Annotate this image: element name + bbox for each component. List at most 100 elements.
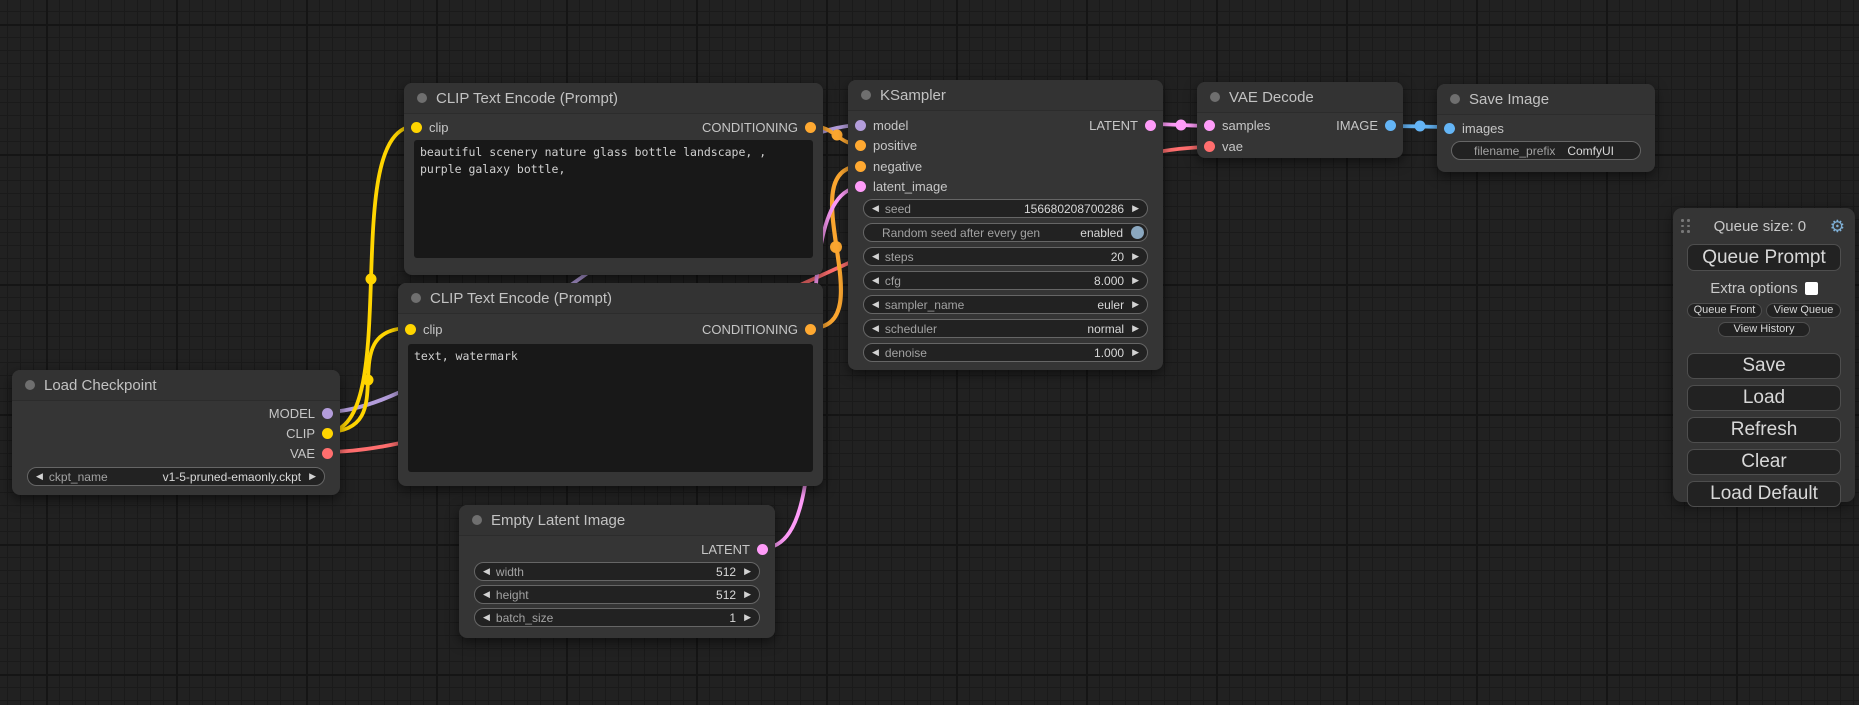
decrement-arrow-icon[interactable]: ◀	[872, 348, 879, 357]
link-midpoint-dot[interactable]	[1415, 121, 1426, 132]
widget-value: enabled	[1080, 226, 1123, 240]
negative-prompt-textarea[interactable]: text, watermark	[408, 344, 813, 472]
increment-arrow-icon[interactable]: ▶	[744, 613, 751, 622]
positive-prompt-textarea[interactable]: beautiful scenery nature glass bottle la…	[414, 140, 813, 258]
link-midpoint-dot[interactable]	[1176, 120, 1187, 131]
widget-width[interactable]: ◀ width 512 ▶	[474, 562, 760, 581]
input-port-negative[interactable]	[855, 161, 866, 172]
widget-steps[interactable]: ◀ steps 20 ▶	[863, 247, 1148, 266]
link-midpoint-dot[interactable]	[830, 241, 842, 253]
increment-arrow-icon[interactable]: ▶	[1132, 300, 1139, 309]
load-default-button[interactable]: Load Default	[1687, 481, 1841, 507]
decrement-arrow-icon[interactable]: ◀	[872, 252, 879, 261]
node-graph-canvas[interactable]: Load Checkpoint MODEL CLIP VAE	[0, 0, 1859, 705]
output-label-clip: CLIP	[286, 426, 315, 441]
node-header[interactable]: Empty Latent Image	[459, 505, 775, 536]
output-port-image[interactable]	[1385, 120, 1396, 131]
decrement-arrow-icon[interactable]: ◀	[872, 276, 879, 285]
node-header[interactable]: KSampler	[848, 80, 1163, 111]
clear-button[interactable]: Clear	[1687, 449, 1841, 475]
node-collapse-dot[interactable]	[25, 380, 35, 390]
widget-value: euler	[1097, 298, 1124, 312]
widget-denoise[interactable]: ◀ denoise 1.000 ▶	[863, 343, 1148, 362]
input-port-images[interactable]	[1444, 123, 1455, 134]
node-collapse-dot[interactable]	[472, 515, 482, 525]
node-header[interactable]: VAE Decode	[1197, 82, 1403, 113]
widget-cfg[interactable]: ◀ cfg 8.000 ▶	[863, 271, 1148, 290]
load-button[interactable]: Load	[1687, 385, 1841, 411]
increment-arrow-icon[interactable]: ▶	[1132, 204, 1139, 213]
link-midpoint-dot[interactable]	[366, 274, 377, 285]
output-port-conditioning[interactable]	[805, 324, 816, 335]
output-port-clip[interactable]	[322, 428, 333, 439]
decrement-arrow-icon[interactable]: ◀	[36, 472, 43, 481]
node-clip-text-encode-negative[interactable]: CLIP Text Encode (Prompt) clip CONDITION…	[398, 283, 823, 486]
node-vae-decode[interactable]: VAE Decode samples IMAGE vae	[1197, 82, 1403, 158]
node-title: Save Image	[1469, 91, 1549, 108]
input-label-positive: positive	[873, 138, 917, 153]
save-button[interactable]: Save	[1687, 353, 1841, 379]
queue-front-button[interactable]: Queue Front	[1687, 303, 1762, 318]
node-ksampler[interactable]: KSampler model LATENT positive	[848, 80, 1163, 370]
refresh-button[interactable]: Refresh	[1687, 417, 1841, 443]
increment-arrow-icon[interactable]: ▶	[744, 567, 751, 576]
widget-value: 1.000	[1094, 346, 1124, 360]
node-collapse-dot[interactable]	[1450, 94, 1460, 104]
node-empty-latent-image[interactable]: Empty Latent Image LATENT ◀ width 512 ▶ …	[459, 505, 775, 638]
output-port-latent[interactable]	[1145, 120, 1156, 131]
output-port-model[interactable]	[322, 408, 333, 419]
decrement-arrow-icon[interactable]: ◀	[483, 567, 490, 576]
output-port-latent[interactable]	[757, 544, 768, 555]
increment-arrow-icon[interactable]: ▶	[1132, 252, 1139, 261]
node-collapse-dot[interactable]	[411, 293, 421, 303]
node-header[interactable]: CLIP Text Encode (Prompt)	[404, 83, 823, 114]
settings-gear-icon[interactable]: ⚙	[1830, 218, 1845, 235]
extra-options-checkbox[interactable]	[1805, 282, 1818, 295]
node-collapse-dot[interactable]	[417, 93, 427, 103]
drag-handle-icon[interactable]	[1681, 219, 1690, 233]
node-collapse-dot[interactable]	[1210, 92, 1220, 102]
input-port-clip[interactable]	[405, 324, 416, 335]
view-history-button[interactable]: View History	[1718, 322, 1810, 337]
widget-label: Random seed after every gen	[882, 226, 1040, 240]
widget-sampler-name[interactable]: ◀ sampler_name euler ▶	[863, 295, 1148, 314]
toggle-knob[interactable]	[1131, 226, 1144, 239]
view-queue-button[interactable]: View Queue	[1766, 303, 1841, 318]
increment-arrow-icon[interactable]: ▶	[744, 590, 751, 599]
node-header[interactable]: CLIP Text Encode (Prompt)	[398, 283, 823, 314]
link-midpoint-dot[interactable]	[363, 375, 374, 386]
decrement-arrow-icon[interactable]: ◀	[872, 300, 879, 309]
widget-seed[interactable]: ◀ seed 156680208700286 ▶	[863, 199, 1148, 218]
node-clip-text-encode-positive[interactable]: CLIP Text Encode (Prompt) clip CONDITION…	[404, 83, 823, 275]
widget-height[interactable]: ◀ height 512 ▶	[474, 585, 760, 604]
input-port-latent-image[interactable]	[855, 181, 866, 192]
decrement-arrow-icon[interactable]: ◀	[483, 613, 490, 622]
input-port-vae[interactable]	[1204, 141, 1215, 152]
node-save-image[interactable]: Save Image images filename_prefix ComfyU…	[1437, 84, 1655, 172]
input-port-model[interactable]	[855, 120, 866, 131]
link-midpoint-dot[interactable]	[832, 130, 843, 141]
increment-arrow-icon[interactable]: ▶	[309, 472, 316, 481]
widget-random-seed-toggle[interactable]: Random seed after every gen enabled	[863, 223, 1148, 242]
increment-arrow-icon[interactable]: ▶	[1132, 348, 1139, 357]
node-load-checkpoint[interactable]: Load Checkpoint MODEL CLIP VAE	[12, 370, 340, 495]
node-header[interactable]: Load Checkpoint	[12, 370, 340, 401]
input-port-positive[interactable]	[855, 140, 866, 151]
extra-options-label: Extra options	[1710, 280, 1798, 297]
widget-ckpt-name[interactable]: ◀ ckpt_name v1-5-pruned-emaonly.ckpt ▶	[27, 467, 325, 486]
decrement-arrow-icon[interactable]: ◀	[872, 324, 879, 333]
decrement-arrow-icon[interactable]: ◀	[483, 590, 490, 599]
widget-batch-size[interactable]: ◀ batch_size 1 ▶	[474, 608, 760, 627]
queue-prompt-button[interactable]: Queue Prompt	[1687, 244, 1841, 271]
increment-arrow-icon[interactable]: ▶	[1132, 276, 1139, 285]
widget-scheduler[interactable]: ◀ scheduler normal ▶	[863, 319, 1148, 338]
node-header[interactable]: Save Image	[1437, 84, 1655, 115]
decrement-arrow-icon[interactable]: ◀	[872, 204, 879, 213]
widget-filename-prefix[interactable]: filename_prefix ComfyUI	[1451, 141, 1641, 160]
input-port-clip[interactable]	[411, 122, 422, 133]
increment-arrow-icon[interactable]: ▶	[1132, 324, 1139, 333]
node-collapse-dot[interactable]	[861, 90, 871, 100]
output-port-vae[interactable]	[322, 448, 333, 459]
output-port-conditioning[interactable]	[805, 122, 816, 133]
input-port-samples[interactable]	[1204, 120, 1215, 131]
